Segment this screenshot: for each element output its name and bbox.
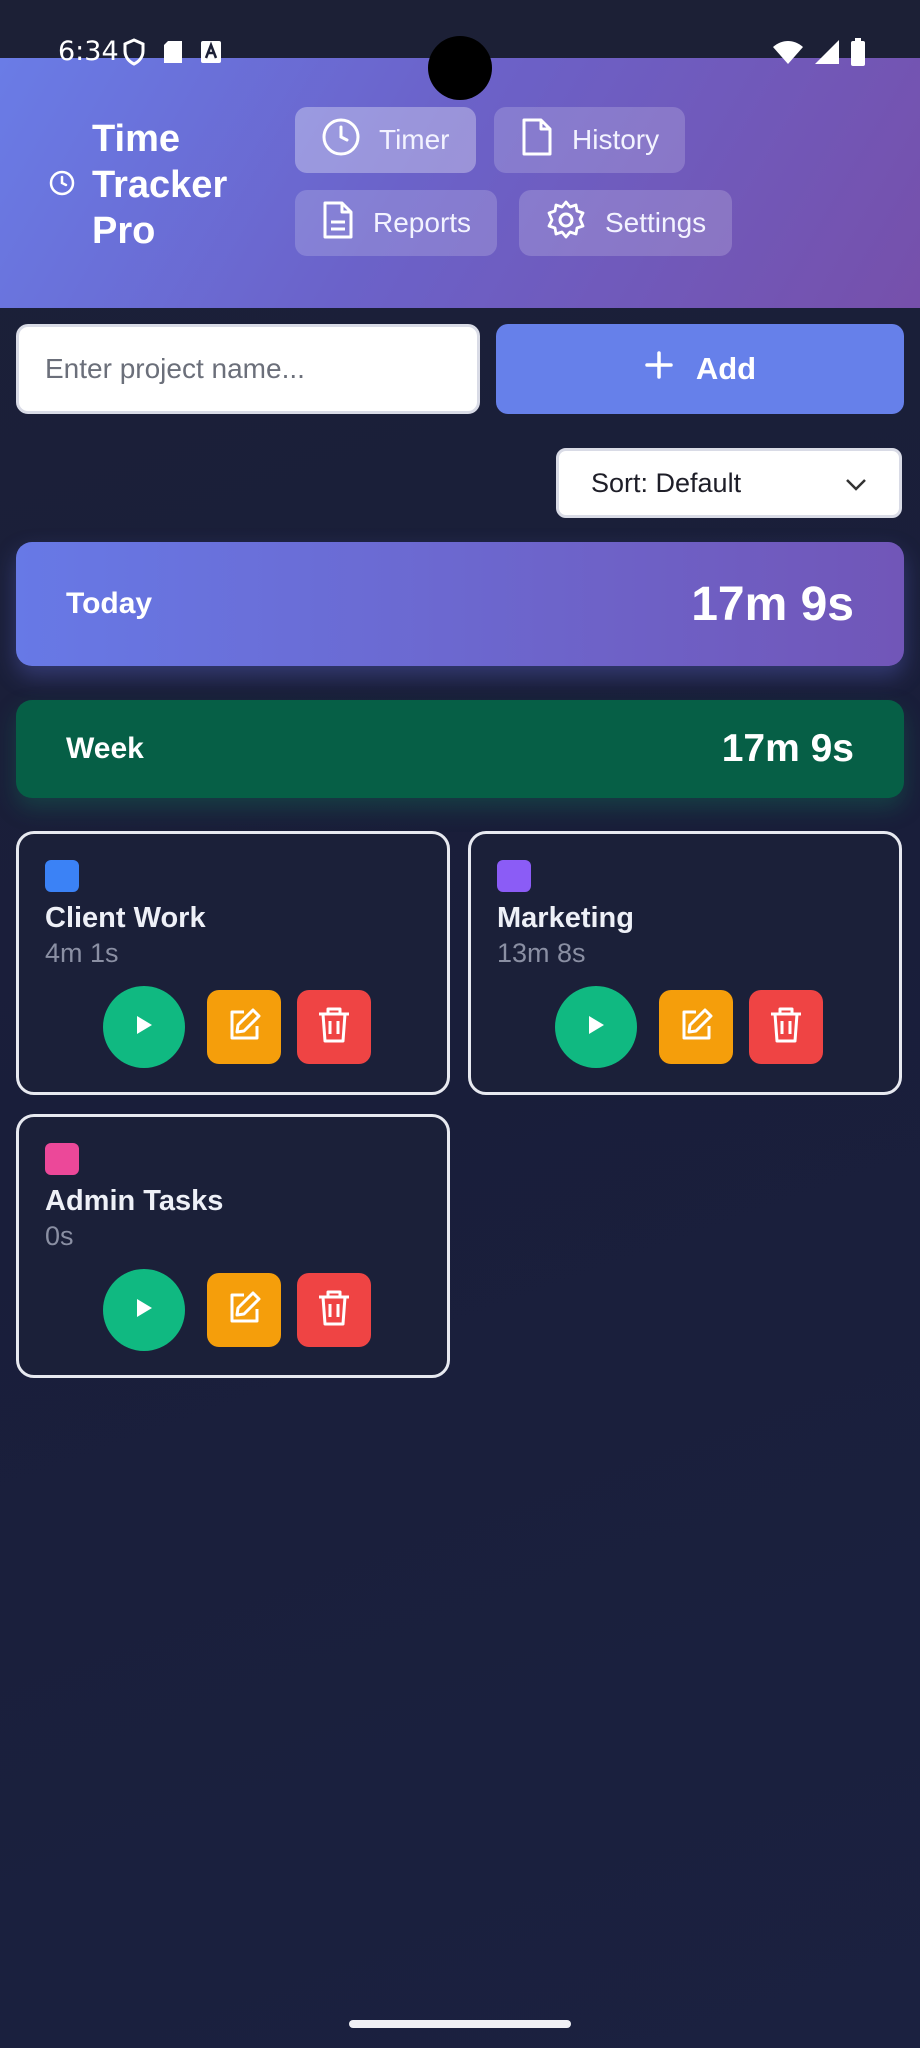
- home-indicator[interactable]: [349, 2020, 571, 2028]
- tab-settings-label: Settings: [605, 207, 707, 238]
- edit-project-button[interactable]: [207, 990, 281, 1064]
- plus-icon: [644, 350, 674, 388]
- tab-reports-label: Reports: [373, 207, 472, 238]
- project-name: Marketing: [497, 902, 634, 934]
- project-color-swatch: [497, 860, 531, 892]
- status-icons-right: [772, 38, 866, 71]
- project-card-client-work: Client Work 4m 1s: [16, 831, 450, 1095]
- today-label: Today: [66, 587, 153, 620]
- week-label: Week: [66, 732, 144, 765]
- wifi-icon: [772, 39, 804, 70]
- shield-icon: [122, 38, 146, 71]
- delete-project-button[interactable]: [297, 1273, 371, 1347]
- play-icon: [134, 1297, 154, 1324]
- clock-icon: [321, 117, 361, 164]
- week-total: 17m 9s: [721, 727, 854, 770]
- app-title: Time Tracker Pro: [92, 118, 228, 252]
- play-icon: [134, 1014, 154, 1041]
- project-card-admin-tasks: Admin Tasks 0s: [16, 1114, 450, 1378]
- project-name: Client Work: [45, 902, 206, 934]
- tab-reports[interactable]: Reports: [295, 190, 498, 256]
- today-summary: Today 17m 9s: [16, 542, 904, 666]
- trash-icon: [316, 1288, 352, 1333]
- delete-project-button[interactable]: [297, 990, 371, 1064]
- brand: Time Tracker Pro: [48, 116, 252, 254]
- document-icon: [321, 200, 355, 247]
- project-card-marketing: Marketing 13m 8s: [468, 831, 902, 1095]
- edit-icon: [224, 1005, 264, 1050]
- battery-icon: [850, 38, 866, 71]
- file-icon: [520, 117, 554, 164]
- project-name: Admin Tasks: [45, 1185, 224, 1217]
- front-camera: [428, 36, 492, 100]
- today-total: 17m 9s: [691, 577, 854, 631]
- tab-settings[interactable]: Settings: [519, 190, 733, 256]
- project-name-input[interactable]: [16, 324, 480, 414]
- gear-icon: [545, 199, 587, 248]
- project-time: 4m 1s: [45, 938, 119, 968]
- start-timer-button[interactable]: [103, 1269, 185, 1351]
- status-icons-left: [122, 38, 222, 71]
- keyboard-a-icon: [200, 40, 222, 69]
- sort-selected-value: Sort: Default: [591, 467, 742, 498]
- project-actions: [555, 986, 823, 1068]
- add-button-label: Add: [695, 351, 757, 386]
- delete-project-button[interactable]: [749, 990, 823, 1064]
- edit-project-button[interactable]: [207, 1273, 281, 1347]
- tab-history-label: History: [572, 124, 660, 155]
- edit-icon: [676, 1005, 716, 1050]
- signal-icon: [814, 39, 840, 70]
- project-time: 13m 8s: [497, 938, 586, 968]
- project-color-swatch: [45, 860, 79, 892]
- edit-project-button[interactable]: [659, 990, 733, 1064]
- sort-select[interactable]: Sort: Default: [556, 448, 902, 518]
- chevron-down-icon: [845, 468, 867, 499]
- sd-card-icon: [162, 40, 184, 69]
- week-summary: Week 17m 9s: [16, 700, 904, 798]
- add-project-form: Add: [16, 324, 904, 414]
- edit-icon: [224, 1288, 264, 1333]
- start-timer-button[interactable]: [555, 986, 637, 1068]
- tab-timer-label: Timer: [379, 124, 450, 155]
- start-timer-button[interactable]: [103, 986, 185, 1068]
- status-time: 6:34: [58, 36, 119, 67]
- tab-history[interactable]: History: [494, 107, 686, 173]
- clock-icon: [48, 169, 76, 202]
- play-icon: [586, 1014, 606, 1041]
- tab-timer[interactable]: Timer: [295, 107, 476, 173]
- trash-icon: [316, 1005, 352, 1050]
- project-actions: [103, 1269, 371, 1351]
- project-time: 0s: [45, 1221, 74, 1251]
- trash-icon: [768, 1005, 804, 1050]
- project-actions: [103, 986, 371, 1068]
- add-project-button[interactable]: Add: [496, 324, 904, 414]
- project-color-swatch: [45, 1143, 79, 1175]
